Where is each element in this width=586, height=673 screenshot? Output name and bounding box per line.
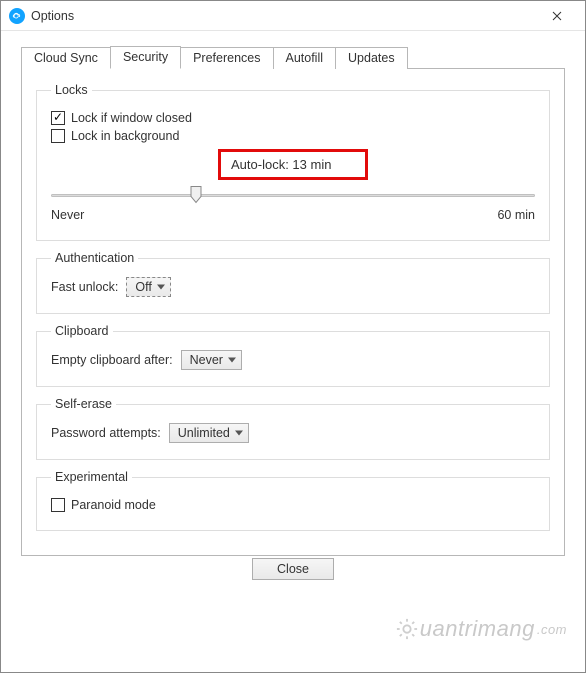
- slider-track[interactable]: [51, 194, 535, 197]
- tab-updates[interactable]: Updates: [335, 47, 408, 69]
- group-clipboard-legend: Clipboard: [51, 324, 113, 338]
- close-button[interactable]: Close: [252, 558, 334, 580]
- window-title: Options: [31, 9, 537, 23]
- group-experimental-legend: Experimental: [51, 470, 132, 484]
- slider-min-label: Never: [51, 208, 84, 222]
- group-self-erase: Self-erase Password attempts: Unlimited: [36, 397, 550, 460]
- password-attempts-label: Password attempts:: [51, 426, 161, 440]
- autolock-highlight: Auto-lock: 13 min: [218, 149, 368, 180]
- tab-autofill[interactable]: Autofill: [273, 47, 337, 69]
- checkbox-lock-if-closed-label: Lock if window closed: [71, 111, 192, 125]
- empty-clipboard-label: Empty clipboard after:: [51, 353, 173, 367]
- checkbox-lock-if-closed[interactable]: [51, 111, 65, 125]
- group-locks-legend: Locks: [51, 83, 92, 97]
- group-experimental: Experimental Paranoid mode: [36, 470, 550, 531]
- fast-unlock-select[interactable]: Off: [126, 277, 170, 297]
- tab-preferences[interactable]: Preferences: [180, 47, 273, 69]
- slider-thumb[interactable]: [191, 186, 202, 204]
- checkbox-lock-background[interactable]: [51, 129, 65, 143]
- empty-clipboard-value: Never: [190, 353, 223, 367]
- password-attempts-value: Unlimited: [178, 426, 230, 440]
- content-area: Cloud Sync Security Preferences Autofill…: [1, 31, 585, 586]
- tab-cloud-sync[interactable]: Cloud Sync: [21, 47, 111, 69]
- group-self-erase-legend: Self-erase: [51, 397, 116, 411]
- autolock-slider[interactable]: Never 60 min: [51, 186, 535, 222]
- password-attempts-select[interactable]: Unlimited: [169, 423, 249, 443]
- group-authentication-legend: Authentication: [51, 251, 138, 265]
- panel-security: Locks Lock if window closed Lock in back…: [21, 69, 565, 556]
- fast-unlock-label: Fast unlock:: [51, 280, 118, 294]
- tabs: Cloud Sync Security Preferences Autofill…: [21, 45, 565, 69]
- tab-security[interactable]: Security: [110, 46, 181, 69]
- watermark-text: uantrimang: [420, 616, 535, 642]
- titlebar: Options: [1, 1, 585, 31]
- watermark-suffix: .com: [537, 622, 567, 637]
- group-authentication: Authentication Fast unlock: Off: [36, 251, 550, 314]
- checkbox-paranoid-row[interactable]: Paranoid mode: [51, 498, 535, 512]
- group-locks: Locks Lock if window closed Lock in back…: [36, 83, 550, 241]
- app-icon: [9, 8, 25, 24]
- group-clipboard: Clipboard Empty clipboard after: Never: [36, 324, 550, 387]
- window-close-button[interactable]: [537, 2, 577, 30]
- gear-icon: [396, 618, 418, 640]
- checkbox-lock-if-closed-row[interactable]: Lock if window closed: [51, 111, 535, 125]
- watermark: uantrimang .com: [396, 616, 567, 642]
- slider-max-label: 60 min: [497, 208, 535, 222]
- fast-unlock-value: Off: [135, 280, 151, 294]
- footer: Close: [21, 562, 565, 576]
- autolock-text: Auto-lock: 13 min: [231, 157, 331, 172]
- checkbox-lock-background-label: Lock in background: [71, 129, 179, 143]
- checkbox-lock-background-row[interactable]: Lock in background: [51, 129, 535, 143]
- checkbox-paranoid-label: Paranoid mode: [71, 498, 156, 512]
- checkbox-paranoid[interactable]: [51, 498, 65, 512]
- empty-clipboard-select[interactable]: Never: [181, 350, 242, 370]
